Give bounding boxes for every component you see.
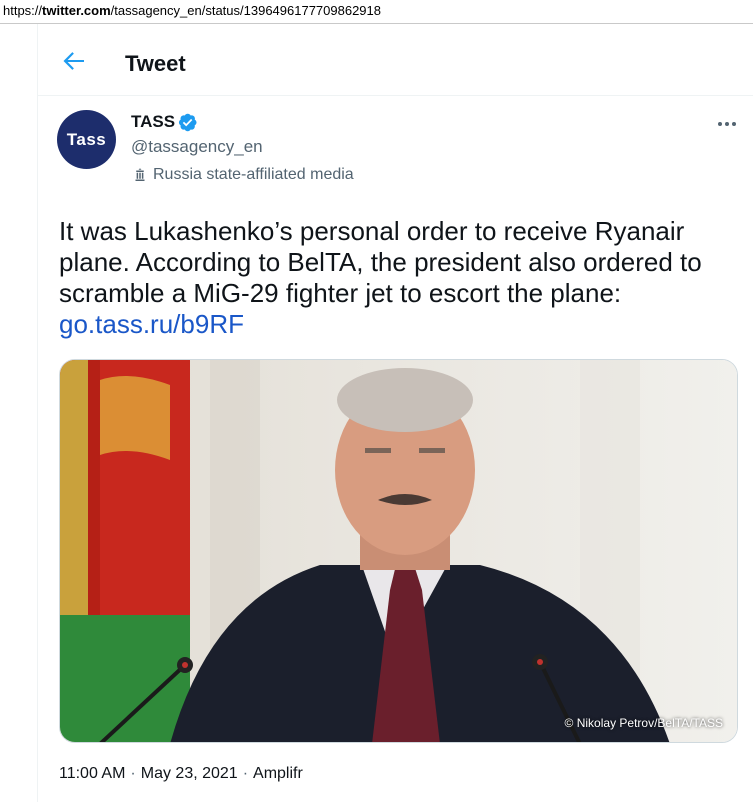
tweet-body: It was Lukashenko’s personal order to re… [59,216,702,308]
avatar-text: Tass [66,129,107,149]
author-display-name[interactable]: TASS [131,112,175,132]
tweet-source[interactable]: Amplifr [253,765,303,782]
tweet-date[interactable]: May 23, 2021 [141,765,238,782]
tweet-column: Tweet Tass TASS @tassagency_en Russia st… [37,24,753,802]
tweet-header: Tweet [38,24,753,96]
state-affiliated-label[interactable]: Russia state-affiliated media [131,166,354,184]
url-prefix: https:// [3,3,43,18]
meta-separator: · [242,765,249,782]
meta-separator: · [130,765,136,782]
tweet-meta: 11:00 AM · May 23, 2021 · Amplifr [59,765,303,783]
state-affiliated-text: Russia state-affiliated media [153,166,354,183]
author-handle[interactable]: @tassagency_en [131,137,263,157]
url-host: twitter.com [42,3,111,18]
tweet-link[interactable]: go.tass.ru/b9RF [59,309,244,339]
government-building-icon [135,168,145,181]
photo-credit: © Nikolay Petrov/BelTA/TASS [564,716,723,730]
more-options-button[interactable] [714,114,740,134]
url-path: /tassagency_en/status/139649617770986291… [110,3,381,18]
back-arrow-icon [63,52,84,70]
verified-badge-icon [178,113,197,132]
page-title: Tweet [125,51,186,76]
avatar[interactable]: Tass [57,110,116,169]
more-options-icon [718,122,736,126]
tweet-time[interactable]: 11:00 AM [59,765,125,782]
tweet-photo[interactable]: © Nikolay Petrov/BelTA/TASS [59,359,738,743]
tweet-text: It was Lukashenko’s personal order to re… [59,216,739,340]
address-bar[interactable]: https://twitter.com/tassagency_en/status… [0,0,753,24]
back-button[interactable] [59,46,89,76]
photo-image [60,360,737,742]
